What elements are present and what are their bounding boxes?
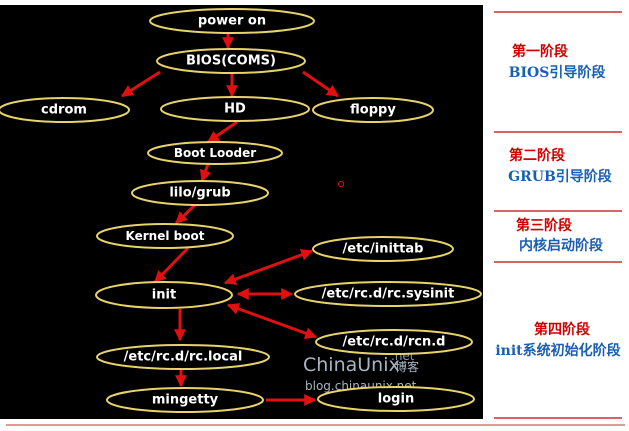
stage-1-subtitle: BIOS引导阶段	[509, 64, 606, 81]
node-mingetty: mingetty	[106, 387, 264, 413]
stage-2-title: 第二阶段	[509, 147, 565, 164]
node-init-label: init	[152, 288, 176, 303]
node-floppy: floppy	[312, 97, 434, 123]
node-login-label: login	[378, 392, 414, 407]
node-power-on-label: power on	[198, 14, 266, 29]
node-bios-label: BIOS(COMS)	[186, 54, 276, 69]
node-login: login	[317, 386, 475, 412]
node-floppy-label: floppy	[350, 103, 396, 118]
node-etc-rc-local: /etc/rc.d/rc.local	[96, 344, 270, 370]
node-etc-inittab-label: /etc/inittab	[343, 242, 424, 257]
stage-3-title: 第三阶段	[516, 217, 572, 234]
node-etc-rc-local-label: /etc/rc.d/rc.local	[124, 350, 243, 365]
node-kernel-boot: Kernel boot	[96, 223, 234, 249]
stage-column: 第一阶段 BIOS引导阶段 第二阶段 GRUB引导阶段 第三阶段 内核启动阶段 …	[494, 11, 622, 419]
watermark-brand: ChinaUnix	[303, 354, 400, 376]
node-etc-rcn-d-label: /etc/rc.d/rcn.d	[343, 335, 446, 350]
node-hd-label: HD	[224, 102, 246, 117]
stage-1-title: 第一阶段	[512, 43, 568, 60]
node-boot-loader-label: Boot Looder	[174, 146, 256, 160]
node-lilo-grub-label: lilo/grub	[169, 186, 230, 201]
node-lilo-grub: lilo/grub	[131, 180, 269, 206]
node-mingetty-label: mingetty	[152, 393, 219, 408]
node-etc-rc-sysinit-label: /etc/rc.d/rc.sysinit	[322, 287, 455, 302]
node-boot-loader: Boot Looder	[147, 141, 283, 165]
watermark-tag: 博客	[395, 359, 419, 374]
stage-2-subtitle: GRUB引导阶段	[508, 168, 612, 185]
node-cdrom: cdrom	[0, 97, 130, 123]
node-etc-rc-sysinit: /etc/rc.d/rc.sysinit	[294, 281, 482, 307]
stage-4-subtitle: init系统初始化阶段	[495, 342, 620, 359]
node-bios: BIOS(COMS)	[156, 48, 306, 74]
node-init: init	[95, 281, 233, 309]
node-etc-rcn-d: /etc/rc.d/rcn.d	[315, 329, 473, 355]
node-power-on: power on	[149, 8, 315, 34]
boot-process-diagram: ChinaUnix .net 博客 blog.chinaunix.net pow…	[0, 5, 625, 426]
node-etc-inittab: /etc/inittab	[312, 236, 454, 262]
stage-4-title: 第四阶段	[534, 321, 590, 338]
node-cdrom-label: cdrom	[41, 103, 87, 118]
node-hd: HD	[160, 96, 310, 122]
node-kernel-boot-label: Kernel boot	[126, 229, 205, 243]
stage-3-subtitle: 内核启动阶段	[519, 237, 603, 254]
